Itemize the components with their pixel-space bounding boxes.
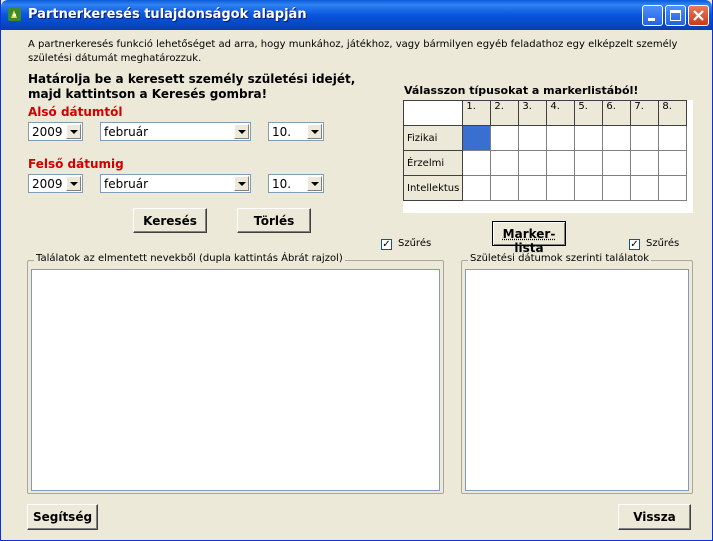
date-from-day-select[interactable]: 10. bbox=[268, 122, 324, 141]
date-from-label: Alsó dátumtól bbox=[28, 105, 123, 119]
marker-cell[interactable] bbox=[574, 125, 604, 151]
chevron-down-icon[interactable] bbox=[234, 124, 249, 139]
marker-corner-cell bbox=[402, 100, 464, 126]
intro-text-line2: születési dátumát meghatározzuk. bbox=[28, 53, 202, 64]
filter-right-checkbox[interactable]: ✓ bbox=[629, 239, 640, 250]
app-window: Partnerkeresés tulajdonságok alapján A p… bbox=[0, 0, 713, 541]
window-title: Partnerkeresés tulajdonságok alapján bbox=[28, 7, 307, 22]
marker-col-header[interactable]: 8. bbox=[658, 100, 688, 126]
marker-list-button-label: Marker-lista bbox=[502, 227, 556, 255]
marker-cell[interactable] bbox=[490, 175, 520, 201]
marker-row-header[interactable]: Intellektus bbox=[402, 175, 464, 201]
search-button-label: Keresés bbox=[143, 214, 197, 228]
maximize-button[interactable] bbox=[665, 5, 686, 26]
minimize-button[interactable] bbox=[642, 5, 663, 26]
marker-cell[interactable] bbox=[574, 150, 604, 176]
chevron-down-icon[interactable] bbox=[66, 124, 81, 139]
filter-left-label: Szűrés bbox=[398, 238, 432, 249]
chevron-down-icon[interactable] bbox=[307, 176, 322, 191]
date-to-year-select[interactable]: 2009 bbox=[28, 174, 83, 193]
close-button[interactable] bbox=[688, 5, 709, 26]
marker-cell[interactable] bbox=[574, 175, 604, 201]
chevron-down-icon[interactable] bbox=[234, 176, 249, 191]
date-from-year-select[interactable]: 2009 bbox=[28, 122, 83, 141]
marker-col-header[interactable]: 5. bbox=[574, 100, 604, 126]
marker-col-header[interactable]: 4. bbox=[546, 100, 576, 126]
birth-dates-listbox[interactable] bbox=[465, 269, 689, 491]
date-to-month-select[interactable]: február bbox=[100, 174, 251, 193]
marker-cell[interactable] bbox=[630, 150, 660, 176]
back-button-label: Vissza bbox=[633, 510, 676, 524]
help-button[interactable]: Segítség bbox=[27, 504, 98, 530]
marker-cell[interactable] bbox=[518, 175, 548, 201]
help-button-label: Segítség bbox=[32, 510, 93, 524]
clear-button[interactable]: Törlés bbox=[237, 208, 311, 233]
marker-list-button[interactable]: Marker-lista bbox=[492, 221, 566, 255]
marker-cell[interactable] bbox=[658, 150, 688, 176]
marker-heading: Válasszon típusokat a markerlistából! bbox=[404, 84, 639, 97]
date-from-day-value: 10. bbox=[272, 125, 292, 139]
marker-cell[interactable] bbox=[630, 175, 660, 201]
marker-col-header[interactable]: 3. bbox=[518, 100, 548, 126]
marker-cell-selected[interactable] bbox=[462, 125, 492, 151]
intro-text-line1: A partnerkeresés funkció lehetőséget ad … bbox=[28, 39, 678, 50]
date-to-month-value: február bbox=[104, 177, 149, 191]
marker-col-header[interactable]: 7. bbox=[630, 100, 660, 126]
date-from-month-value: február bbox=[104, 125, 149, 139]
saved-names-listbox[interactable] bbox=[31, 269, 440, 491]
date-from-month-select[interactable]: február bbox=[100, 122, 251, 141]
marker-cell[interactable] bbox=[630, 125, 660, 151]
marker-cell[interactable] bbox=[546, 125, 576, 151]
title-bar[interactable]: Partnerkeresés tulajdonságok alapján bbox=[1, 0, 712, 30]
clear-button-label: Törlés bbox=[253, 214, 295, 228]
date-to-year-value: 2009 bbox=[32, 177, 63, 191]
marker-header-row: 1. 2. 3. 4. 5. 6. 7. 8. bbox=[402, 100, 688, 126]
instruction-line1: Határolja be a keresett személy születés… bbox=[28, 72, 356, 86]
birth-dates-group: Születési dátumok szerinti találatok bbox=[461, 253, 693, 494]
search-button[interactable]: Keresés bbox=[133, 208, 207, 233]
chevron-down-icon[interactable] bbox=[66, 176, 81, 191]
marker-row: Érzelmi bbox=[402, 150, 688, 176]
date-to-label: Felső dátumig bbox=[28, 157, 124, 171]
back-button[interactable]: Vissza bbox=[618, 504, 691, 530]
marker-cell[interactable] bbox=[490, 150, 520, 176]
marker-row: Intellektus bbox=[402, 175, 688, 201]
marker-col-header[interactable]: 2. bbox=[490, 100, 520, 126]
marker-cell[interactable] bbox=[462, 175, 492, 201]
marker-row-header[interactable]: Fizikai bbox=[402, 125, 464, 151]
marker-cell[interactable] bbox=[658, 125, 688, 151]
app-icon bbox=[8, 8, 21, 21]
close-icon bbox=[693, 10, 704, 21]
marker-table: 1. 2. 3. 4. 5. 6. 7. 8. Fizikai Érzelmi … bbox=[402, 100, 688, 201]
marker-cell[interactable] bbox=[490, 125, 520, 151]
marker-cell[interactable] bbox=[518, 150, 548, 176]
birth-dates-group-title: Születési dátumok szerinti találatok bbox=[468, 253, 652, 264]
saved-names-group-title: Találatok az elmentett nevekből (dupla k… bbox=[34, 253, 345, 264]
marker-row-header[interactable]: Érzelmi bbox=[402, 150, 464, 176]
marker-cell[interactable] bbox=[602, 125, 632, 151]
marker-cell[interactable] bbox=[462, 150, 492, 176]
marker-row: Fizikai bbox=[402, 125, 688, 151]
maximize-icon bbox=[670, 10, 681, 21]
instruction-line2: majd kattintson a Keresés gombra! bbox=[28, 87, 268, 101]
date-from-year-value: 2009 bbox=[32, 125, 63, 139]
marker-cell[interactable] bbox=[546, 150, 576, 176]
marker-col-header[interactable]: 6. bbox=[602, 100, 632, 126]
marker-cell[interactable] bbox=[602, 150, 632, 176]
marker-cell[interactable] bbox=[518, 125, 548, 151]
marker-cell[interactable] bbox=[658, 175, 688, 201]
marker-grid: 1. 2. 3. 4. 5. 6. 7. 8. Fizikai Érzelmi … bbox=[402, 100, 693, 213]
date-to-day-value: 10. bbox=[272, 177, 292, 191]
date-to-day-select[interactable]: 10. bbox=[268, 174, 324, 193]
filter-right-label: Szűrés bbox=[646, 238, 680, 249]
marker-col-header[interactable]: 1. bbox=[462, 100, 492, 126]
filter-left-checkbox[interactable]: ✓ bbox=[381, 239, 392, 250]
chevron-down-icon[interactable] bbox=[307, 124, 322, 139]
marker-cell[interactable] bbox=[602, 175, 632, 201]
marker-cell[interactable] bbox=[546, 175, 576, 201]
saved-names-group: Találatok az elmentett nevekből (dupla k… bbox=[27, 253, 444, 494]
minimize-icon bbox=[648, 18, 655, 21]
